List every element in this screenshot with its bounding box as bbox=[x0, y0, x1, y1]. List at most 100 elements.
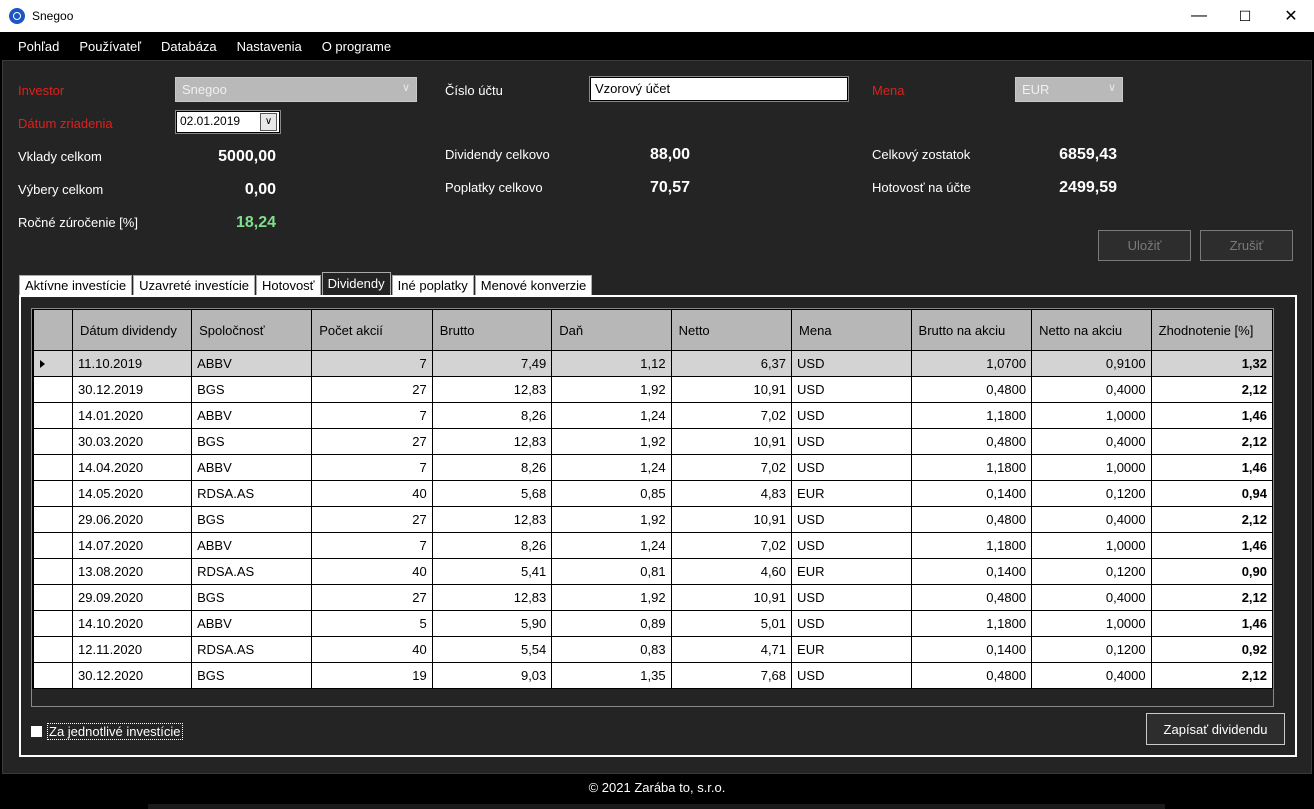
table-row[interactable]: 29.09.2020 BGS 27 12,83 1,92 10,91 USD 0,4800 0,… bbox=[32, 584, 1273, 611]
table-cell[interactable]: 5,68 bbox=[431, 480, 553, 507]
table-cell[interactable]: RDSA.AS bbox=[191, 636, 313, 663]
table-cell[interactable]: 1,46 bbox=[1150, 454, 1273, 481]
table-cell[interactable]: 1,92 bbox=[551, 506, 672, 533]
table-cell[interactable]: 1,1800 bbox=[910, 402, 1033, 429]
table-cell[interactable]: USD bbox=[791, 402, 912, 429]
cancel-button[interactable]: Zrušiť bbox=[1200, 230, 1293, 261]
table-cell[interactable]: 12.11.2020 bbox=[71, 636, 193, 663]
table-cell[interactable]: 2,12 bbox=[1150, 376, 1273, 403]
table-row[interactable]: 29.06.2020 BGS 27 12,83 1,92 10,91 USD 0,4800 0,… bbox=[32, 506, 1273, 533]
table-cell[interactable]: 0,92 bbox=[1150, 636, 1273, 663]
table-row[interactable]: 14.10.2020 ABBV 5 5,90 0,89 5,01 USD 1,1800 1,00… bbox=[32, 610, 1273, 637]
minimize-button[interactable]: — bbox=[1176, 0, 1222, 32]
table-cell[interactable]: 29.06.2020 bbox=[71, 506, 193, 533]
save-button[interactable]: Uložiť bbox=[1098, 230, 1191, 261]
table-cell[interactable]: 40 bbox=[311, 636, 433, 663]
table-cell[interactable]: EUR bbox=[791, 558, 912, 585]
table-cell[interactable]: 1,24 bbox=[551, 454, 672, 481]
table-cell[interactable]: 4,60 bbox=[670, 558, 793, 585]
table-cell[interactable]: 0,4000 bbox=[1031, 506, 1152, 533]
menu-item-settings[interactable]: Nastavenia bbox=[227, 39, 312, 54]
table-cell[interactable]: 2,12 bbox=[1150, 584, 1273, 611]
column-header-net-per-share[interactable]: Netto na akciu bbox=[1031, 309, 1152, 351]
table-cell[interactable]: 1,0000 bbox=[1031, 402, 1152, 429]
table-cell[interactable]: 40 bbox=[311, 480, 433, 507]
table-cell[interactable]: 0,1200 bbox=[1031, 636, 1152, 663]
table-cell[interactable]: USD bbox=[791, 532, 912, 559]
table-cell[interactable]: 0,4800 bbox=[910, 584, 1033, 611]
table-cell[interactable]: USD bbox=[791, 506, 912, 533]
row-header[interactable] bbox=[32, 532, 73, 559]
table-cell[interactable]: USD bbox=[791, 350, 912, 377]
table-cell[interactable]: 1,1800 bbox=[910, 610, 1033, 637]
table-cell[interactable]: 2,12 bbox=[1150, 428, 1273, 455]
table-cell[interactable]: 12,83 bbox=[431, 428, 553, 455]
table-cell[interactable]: 1,46 bbox=[1150, 610, 1273, 637]
table-cell[interactable]: 1,24 bbox=[551, 532, 672, 559]
table-cell[interactable]: 27 bbox=[311, 376, 433, 403]
table-cell[interactable]: BGS bbox=[191, 376, 313, 403]
table-cell[interactable]: 0,1400 bbox=[910, 480, 1033, 507]
table-row[interactable]: 14.05.2020 RDSA.AS 40 5,68 0,85 4,83 EUR 0,1400… bbox=[32, 480, 1273, 507]
tab-cash[interactable]: Hotovosť bbox=[255, 275, 321, 296]
menu-item-user[interactable]: Používateľ bbox=[69, 39, 151, 54]
write-dividend-button[interactable]: Zapísať dividendu bbox=[1146, 713, 1285, 745]
table-cell[interactable]: 2,12 bbox=[1150, 506, 1273, 533]
table-row[interactable]: 30.12.2019 BGS 27 12,83 1,92 10,91 USD 0,4800 0,… bbox=[32, 376, 1273, 403]
tab-dividends[interactable]: Dividendy bbox=[321, 272, 391, 296]
table-cell[interactable]: 29.09.2020 bbox=[71, 584, 193, 611]
table-cell[interactable]: 8,26 bbox=[431, 402, 553, 429]
table-cell[interactable]: ABBV bbox=[191, 402, 313, 429]
table-cell[interactable]: 4,83 bbox=[670, 480, 793, 507]
table-cell[interactable]: BGS bbox=[191, 506, 313, 533]
table-cell[interactable]: 12,83 bbox=[431, 584, 553, 611]
table-cell[interactable]: 7 bbox=[311, 350, 433, 377]
row-header[interactable] bbox=[32, 480, 73, 507]
row-header[interactable] bbox=[32, 376, 73, 403]
row-header[interactable] bbox=[32, 506, 73, 533]
column-header-company[interactable]: Spoločnosť bbox=[191, 309, 313, 351]
table-cell[interactable]: 0,1200 bbox=[1031, 558, 1152, 585]
table-cell[interactable]: 9,03 bbox=[431, 662, 553, 689]
table-row[interactable]: 30.12.2020 BGS 19 9,03 1,35 7,68 USD 0,4800 0,40… bbox=[32, 662, 1273, 689]
row-header[interactable] bbox=[32, 662, 73, 689]
menu-item-about[interactable]: O programe bbox=[312, 39, 401, 54]
currency-select[interactable]: EUR ∨ bbox=[1015, 77, 1123, 102]
row-header[interactable] bbox=[32, 636, 73, 663]
column-header-gross[interactable]: Brutto bbox=[431, 309, 553, 351]
table-cell[interactable]: ABBV bbox=[191, 350, 313, 377]
row-header[interactable] bbox=[32, 558, 73, 585]
table-cell[interactable]: 5,90 bbox=[431, 610, 553, 637]
table-cell[interactable]: 7,02 bbox=[670, 532, 793, 559]
date-picker[interactable]: 02.01.2019 ∨ bbox=[175, 110, 281, 134]
menu-item-database[interactable]: Databáza bbox=[151, 39, 227, 54]
table-cell[interactable]: RDSA.AS bbox=[191, 480, 313, 507]
table-cell[interactable]: 14.07.2020 bbox=[71, 532, 193, 559]
column-header-tax[interactable]: Daň bbox=[551, 309, 672, 351]
table-cell[interactable]: 8,26 bbox=[431, 454, 553, 481]
table-cell[interactable]: ABBV bbox=[191, 454, 313, 481]
table-cell[interactable]: 5,41 bbox=[431, 558, 553, 585]
table-cell[interactable]: 0,4000 bbox=[1031, 584, 1152, 611]
table-cell[interactable]: 10,91 bbox=[670, 506, 793, 533]
table-cell[interactable]: 7,68 bbox=[670, 662, 793, 689]
table-cell[interactable]: 13.08.2020 bbox=[71, 558, 193, 585]
table-cell[interactable]: 40 bbox=[311, 558, 433, 585]
table-cell[interactable]: 7,02 bbox=[670, 454, 793, 481]
table-cell[interactable]: 0,4800 bbox=[910, 376, 1033, 403]
table-cell[interactable]: 0,1200 bbox=[1031, 480, 1152, 507]
table-cell[interactable]: 1,12 bbox=[551, 350, 672, 377]
table-cell[interactable]: 1,1800 bbox=[910, 532, 1033, 559]
table-cell[interactable]: 27 bbox=[311, 428, 433, 455]
close-button[interactable]: ✕ bbox=[1268, 0, 1314, 32]
table-cell[interactable]: 0,4800 bbox=[910, 506, 1033, 533]
table-cell[interactable]: 8,26 bbox=[431, 532, 553, 559]
table-cell[interactable]: 1,0000 bbox=[1031, 532, 1152, 559]
table-cell[interactable]: 7,02 bbox=[670, 402, 793, 429]
menu-item-view[interactable]: Pohľad bbox=[8, 39, 69, 54]
table-cell[interactable]: USD bbox=[791, 428, 912, 455]
table-cell[interactable]: EUR bbox=[791, 636, 912, 663]
per-investment-option[interactable]: Za jednotlivé investície bbox=[31, 723, 183, 740]
table-cell[interactable]: USD bbox=[791, 376, 912, 403]
account-input[interactable]: Vzorový účet bbox=[589, 76, 849, 102]
